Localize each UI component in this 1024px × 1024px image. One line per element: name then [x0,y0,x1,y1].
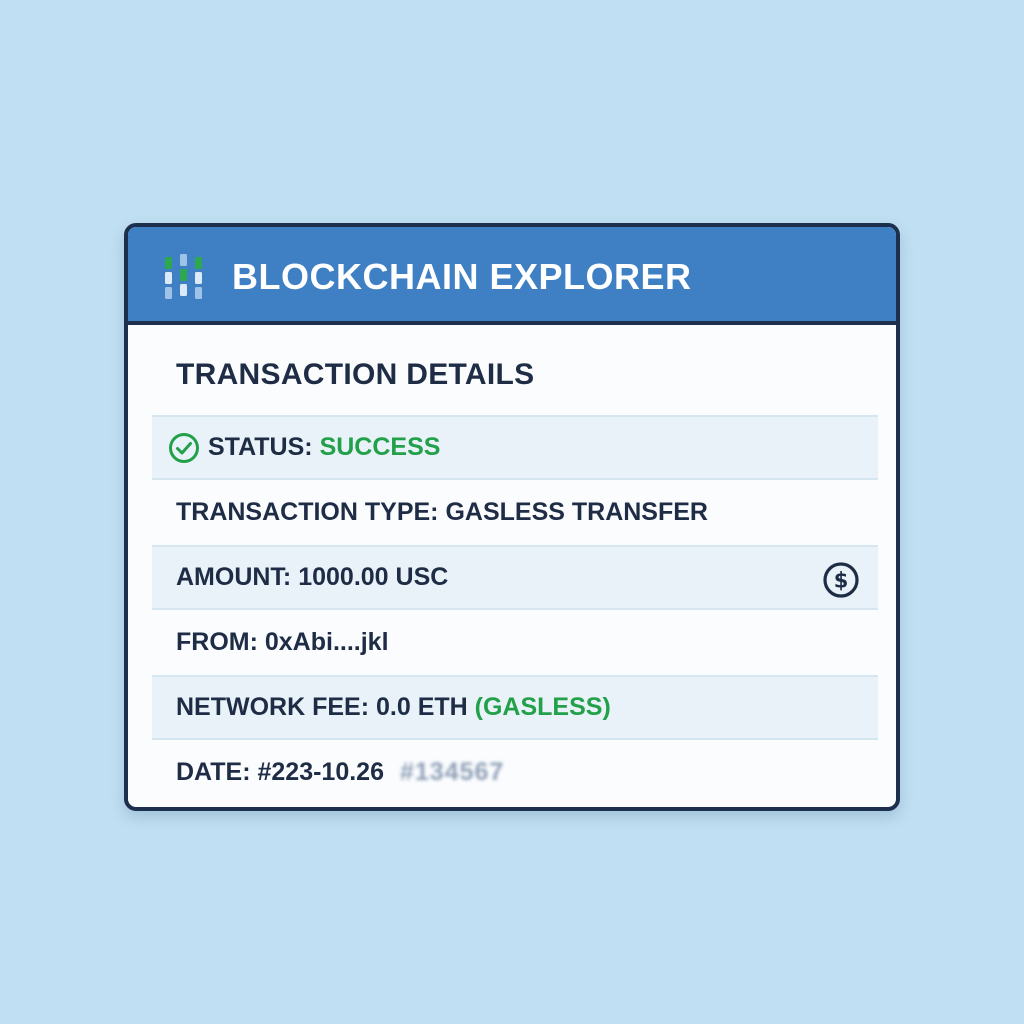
details-list: STATUS: SUCCESS TRANSACTION TYPE: GASLES… [152,415,878,805]
transaction-card: BLOCKCHAIN EXPLORER TRANSACTION DETAILS … [124,223,900,811]
network-fee-label: NETWORK FEE: [176,693,370,721]
dollar-circle-icon: $ [823,562,859,598]
date-row: DATE: #223-10.26 #134567 [152,740,878,805]
app-header: BLOCKCHAIN EXPLORER [128,227,896,325]
from-address[interactable]: 0xAbi....jkl [265,628,389,657]
amount-label: AMOUNT: [176,563,292,591]
section-title: TRANSACTION DETAILS [176,358,535,391]
svg-text:$: $ [834,569,849,593]
gasless-note: (GASLESS) [474,693,611,721]
transaction-type-row: TRANSACTION TYPE: GASLESS TRANSFER [152,480,878,545]
from-label: FROM: [176,628,258,656]
network-fee-row: NETWORK FEE: 0.0 ETH (GASLESS) [152,675,878,740]
obscured-value: #134567 [400,758,505,786]
from-row: FROM: 0xAbi....jkl [152,610,878,675]
amount-value: 1000.00 USC [298,563,449,591]
transaction-type-value: GASLESS TRANSFER [445,498,708,526]
network-fee-value: 0.0 ETH [376,693,468,721]
date-value: #223-10.26 [257,758,384,786]
blockchain-logo-icon [165,254,202,299]
amount-row: AMOUNT: 1000.00 USC $ [152,545,878,610]
app-title: BLOCKCHAIN EXPLORER [232,256,692,297]
status-value: SUCCESS [319,433,441,461]
date-label: DATE: [176,758,251,786]
status-row: STATUS: SUCCESS [152,415,878,480]
transaction-type-label: TRANSACTION TYPE: [176,498,439,526]
status-label: STATUS: [208,433,313,461]
check-circle-icon [169,432,199,463]
